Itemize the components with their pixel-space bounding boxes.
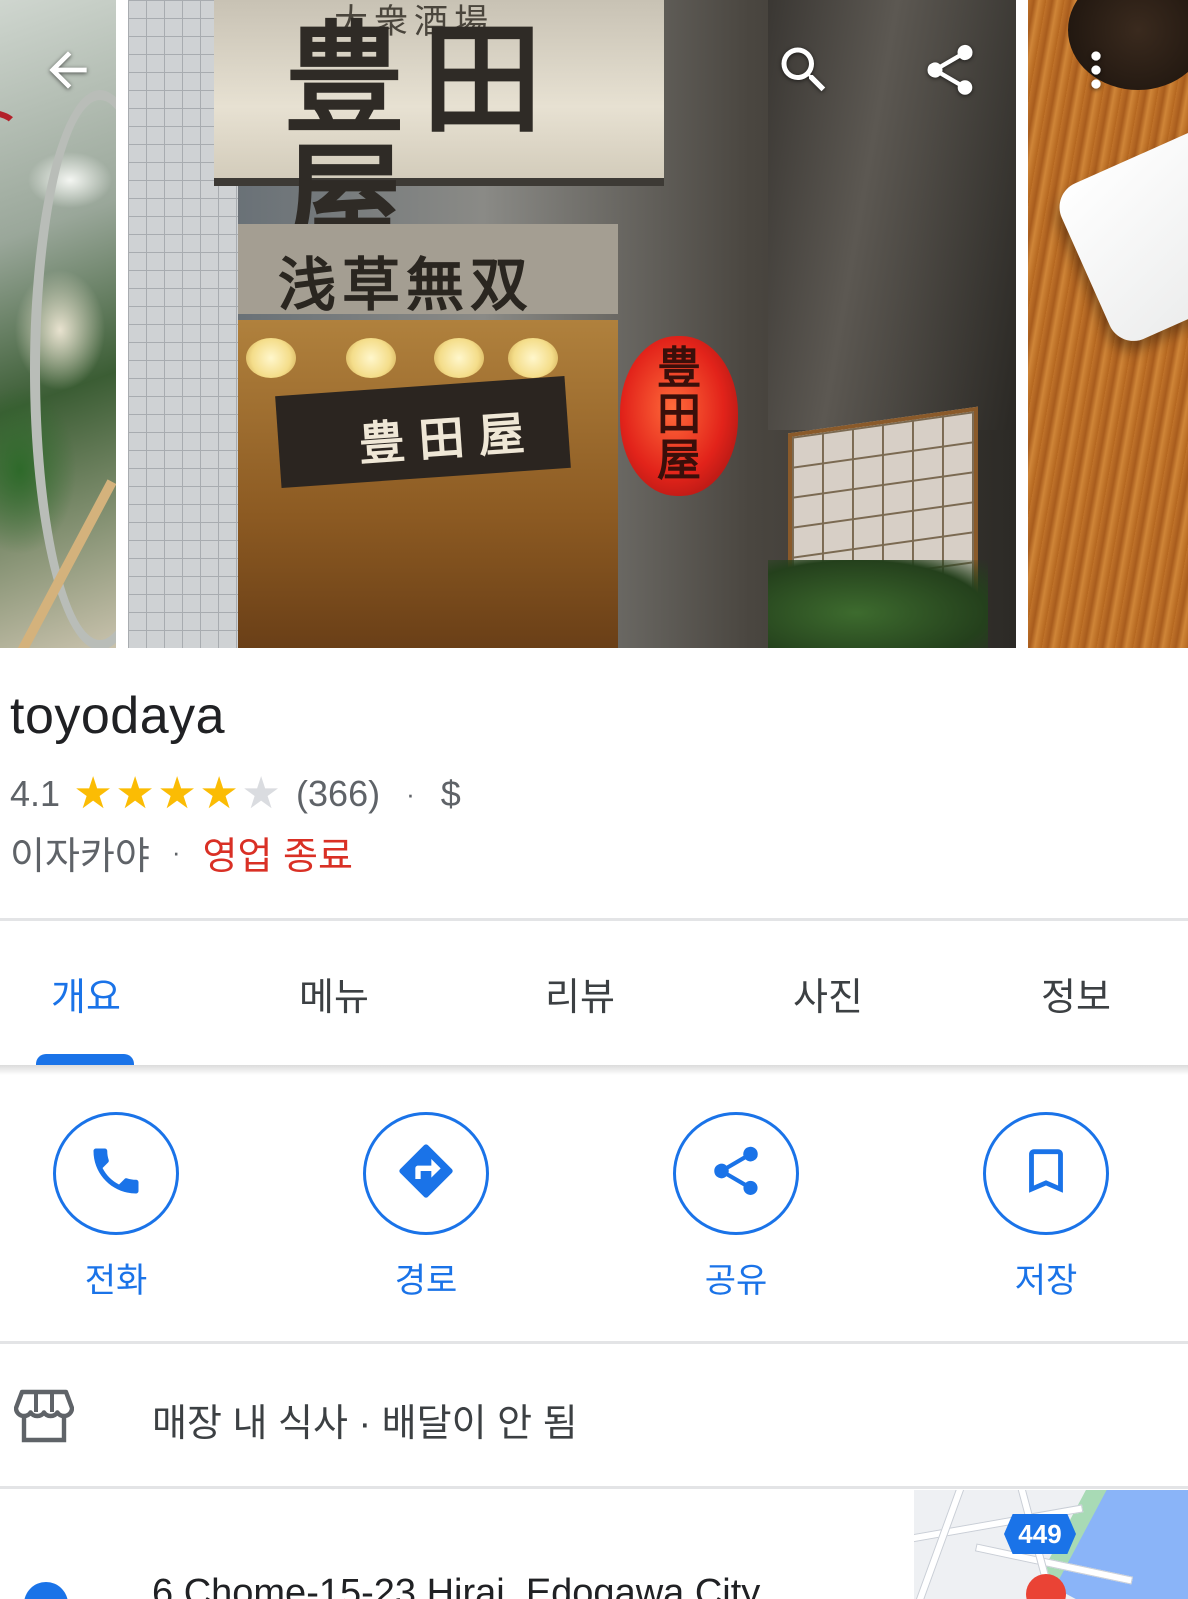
search-icon [774, 40, 834, 105]
directions-button-circle[interactable] [363, 1112, 489, 1235]
place-category: 이자카야 [10, 835, 150, 878]
phone-icon [86, 1141, 146, 1206]
location-pin-icon [24, 1582, 68, 1599]
star-empty-icon: ★ [241, 769, 281, 818]
route-badge: 449 [1004, 1514, 1076, 1554]
star-rating: ★ ★ ★ ★ ★ [72, 772, 282, 816]
share-button[interactable] [914, 36, 986, 108]
photo-storefront[interactable]: 大衆酒場 豊田屋 浅草無双 豊田屋 豊田屋 [128, 0, 1016, 648]
price-level: $ [440, 773, 461, 814]
more-options-button[interactable] [1060, 36, 1132, 108]
address-text: 6 Chome-15-23 Hirai, Edogawa City [152, 1572, 761, 1599]
sub-sign-text: 浅草無双 [278, 251, 535, 319]
open-status: 영업 종료 [202, 835, 353, 878]
back-button[interactable] [32, 36, 104, 108]
call-label: 전화 [84, 1262, 148, 1300]
star-icon: ★ [157, 769, 197, 818]
active-tab-indicator [36, 1054, 134, 1065]
share-label: 공유 [704, 1262, 768, 1300]
bookmark-icon [1017, 1142, 1075, 1205]
map-thumbnail[interactable]: 449 [914, 1490, 1188, 1599]
share-place-button[interactable]: 공유 [646, 1112, 826, 1302]
more-vert-icon [1068, 42, 1124, 103]
share-icon [707, 1142, 765, 1205]
arrow-back-icon [40, 42, 96, 103]
sub-sign: 浅草無双 [238, 224, 618, 319]
share-button-circle[interactable] [673, 1112, 799, 1235]
star-icon: ★ [115, 769, 155, 818]
tab-overview[interactable]: 개요 [0, 921, 210, 1065]
share-icon [920, 40, 980, 105]
separator-dot: · [406, 778, 415, 809]
noren-text: 豊田屋 [356, 405, 541, 472]
category-row: 이자카야 · 영업 종료 [10, 828, 353, 878]
storefront-sign: 大衆酒場 豊田屋 [214, 0, 664, 260]
rating-row[interactable]: 4.1 ★ ★ ★ ★ ★ (366) · $ [10, 770, 461, 818]
red-lantern: 豊田屋 [620, 336, 738, 496]
save-button[interactable]: 저장 [956, 1112, 1136, 1302]
star-icon: ★ [73, 769, 113, 818]
service-options-row[interactable]: 매장 내 식사 · 배달이 안 됨 [0, 1346, 1188, 1486]
photo-carousel[interactable]: 大衆酒場 豊田屋 浅草無双 豊田屋 豊田屋 [0, 0, 1188, 648]
rating-value: 4.1 [10, 773, 61, 814]
call-button-circle[interactable] [53, 1112, 179, 1235]
directions-button[interactable]: 경로 [336, 1112, 516, 1302]
directions-label: 경로 [394, 1262, 458, 1300]
tab-reviews[interactable]: 리뷰 [456, 921, 704, 1065]
separator-dot: · [171, 836, 181, 867]
storefront-icon [13, 1388, 75, 1444]
tab-photos[interactable]: 사진 [704, 921, 952, 1065]
tab-menu[interactable]: 메뉴 [210, 921, 458, 1065]
save-label: 저장 [1014, 1262, 1078, 1300]
call-button[interactable]: 전화 [26, 1112, 206, 1302]
search-button[interactable] [768, 36, 840, 108]
tab-about[interactable]: 정보 [952, 921, 1188, 1065]
lantern-text: 豊田屋 [657, 343, 701, 486]
review-count: (366) [296, 773, 381, 814]
star-icon: ★ [199, 769, 239, 818]
address-row[interactable]: 6 Chome-15-23 Hirai, Edogawa City 449 [0, 1490, 1188, 1599]
save-button-circle[interactable] [983, 1112, 1109, 1235]
tab-bar-shadow [0, 1065, 1188, 1075]
divider [0, 1341, 1188, 1344]
tab-bar: 개요 메뉴 리뷰 사진 정보 [0, 921, 1188, 1065]
place-title: toyodaya [10, 687, 226, 745]
service-options-text: 매장 내 식사 · 배달이 안 됨 [152, 1403, 578, 1445]
directions-icon [394, 1139, 458, 1208]
divider [0, 1486, 1188, 1489]
